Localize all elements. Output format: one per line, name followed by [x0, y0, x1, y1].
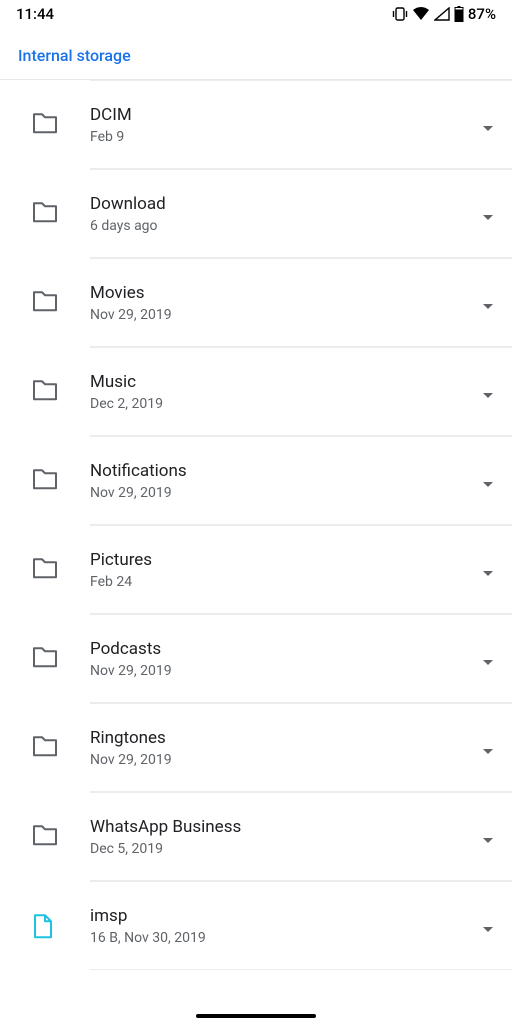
status-icons: 87%	[392, 5, 496, 23]
chevron-down-icon[interactable]	[482, 564, 494, 576]
item-name: Notifications	[90, 461, 482, 481]
item-subtitle: Dec 5, 2019	[90, 841, 482, 857]
battery-icon	[454, 6, 464, 22]
chevron-down-icon[interactable]	[482, 920, 494, 932]
item-subtitle: Nov 29, 2019	[90, 663, 482, 679]
item-name: Ringtones	[90, 728, 482, 748]
list-item-folder[interactable]: Music Dec 2, 2019	[90, 347, 512, 436]
folder-icon	[32, 735, 58, 757]
chevron-down-icon[interactable]	[482, 653, 494, 665]
folder-icon	[32, 201, 58, 223]
chevron-down-icon[interactable]	[482, 475, 494, 487]
item-subtitle: Feb 9	[90, 129, 482, 145]
list-item-file[interactable]: imsp 16 B, Nov 30, 2019	[90, 881, 512, 970]
item-subtitle: Feb 24	[90, 574, 482, 590]
folder-icon	[32, 824, 58, 846]
item-name: Download	[90, 194, 482, 214]
item-subtitle: Nov 29, 2019	[90, 307, 482, 323]
item-subtitle: Nov 29, 2019	[90, 752, 482, 768]
folder-icon	[32, 557, 58, 579]
list-item-folder[interactable]: Podcasts Nov 29, 2019	[90, 614, 512, 703]
status-time: 11:44	[16, 5, 54, 23]
folder-icon	[32, 112, 58, 134]
item-name: Music	[90, 372, 482, 392]
item-name: Pictures	[90, 550, 482, 570]
item-name: Podcasts	[90, 639, 482, 659]
status-bar: 11:44 87%	[0, 0, 512, 28]
folder-icon	[32, 290, 58, 312]
list-item-folder[interactable]: Pictures Feb 24	[90, 525, 512, 614]
list-item-folder[interactable]: Ringtones Nov 29, 2019	[90, 703, 512, 792]
breadcrumb[interactable]: Internal storage	[0, 28, 512, 80]
list-item-folder[interactable]: Movies Nov 29, 2019	[90, 258, 512, 347]
list-item-folder[interactable]: WhatsApp Business Dec 5, 2019	[90, 792, 512, 881]
folder-icon	[32, 646, 58, 668]
chevron-down-icon[interactable]	[482, 386, 494, 398]
item-name: WhatsApp Business	[90, 817, 482, 837]
item-name: DCIM	[90, 105, 482, 125]
vibrate-icon	[392, 7, 408, 21]
item-subtitle: Nov 29, 2019	[90, 485, 482, 501]
folder-icon	[32, 379, 58, 401]
item-subtitle: Dec 2, 2019	[90, 396, 482, 412]
chevron-down-icon[interactable]	[482, 208, 494, 220]
wifi-icon	[412, 7, 430, 21]
gesture-nav-handle[interactable]	[196, 1014, 316, 1018]
chevron-down-icon[interactable]	[482, 119, 494, 131]
item-name: Movies	[90, 283, 482, 303]
item-subtitle: 6 days ago	[90, 218, 482, 234]
cell-signal-icon	[434, 7, 450, 21]
list-item-folder[interactable]: Download 6 days ago	[90, 169, 512, 258]
list-item-folder[interactable]: DCIM Feb 9	[90, 80, 512, 169]
item-subtitle: 16 B, Nov 30, 2019	[90, 930, 482, 946]
file-list: DCIM Feb 9 Download 6 days ago Movies	[0, 80, 512, 970]
chevron-down-icon[interactable]	[482, 742, 494, 754]
battery-percentage: 87%	[468, 5, 496, 23]
file-icon	[32, 913, 58, 935]
list-item-folder[interactable]: Notifications Nov 29, 2019	[90, 436, 512, 525]
chevron-down-icon[interactable]	[482, 831, 494, 843]
chevron-down-icon[interactable]	[482, 297, 494, 309]
folder-icon	[32, 468, 58, 490]
item-name: imsp	[90, 906, 482, 926]
